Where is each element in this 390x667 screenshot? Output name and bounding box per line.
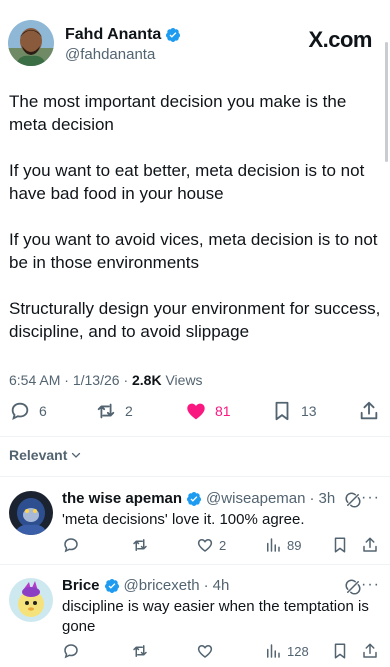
share-icon: [363, 537, 377, 552]
like-count: 81: [215, 403, 231, 419]
tweet-meta: 6:54 AM · 1/13/26 · 2.8K Views: [9, 372, 203, 388]
bookmark-icon: [275, 401, 289, 421]
views-label: Views: [165, 372, 203, 388]
views-button[interactable]: 89: [264, 536, 301, 554]
avatar[interactable]: [8, 20, 54, 66]
author-name-row[interactable]: Fahd Ananta: [65, 26, 181, 44]
reply-time[interactable]: 4h: [213, 577, 230, 594]
bookmark-icon: [334, 643, 346, 659]
reply-icon: [11, 402, 29, 421]
reply-item[interactable]: Brice @bricexeth · 4h ··· discipline is …: [0, 565, 390, 667]
author-handle[interactable]: @fahdananta: [65, 46, 155, 63]
more-icon[interactable]: ···: [361, 489, 380, 507]
share-button[interactable]: [361, 536, 379, 554]
reply-header: Brice @bricexeth · 4h: [62, 577, 229, 594]
bookmark-button[interactable]: 13: [271, 400, 317, 422]
repost-icon: [97, 403, 115, 419]
replies-filter-label: Relevant: [9, 447, 68, 463]
meta-separator: ·: [123, 372, 129, 388]
reply-button[interactable]: 6: [9, 400, 47, 422]
reply-text: discipline is way easier when the tempta…: [62, 598, 369, 635]
views-count: 2.8K: [132, 372, 162, 388]
heart-icon: [197, 538, 213, 552]
views-count: 89: [287, 537, 302, 553]
tweet-date[interactable]: 1/13/26: [73, 372, 120, 388]
meta-separator: ·: [64, 372, 69, 388]
repost-button[interactable]: [131, 536, 149, 554]
site-label: X.com: [308, 27, 372, 52]
verified-icon: [166, 28, 181, 42]
like-button[interactable]: [196, 642, 219, 660]
replies-filter[interactable]: Relevant: [9, 447, 82, 463]
repost-button[interactable]: [131, 642, 149, 660]
reply-button[interactable]: [62, 642, 80, 660]
verified-icon: [187, 491, 202, 506]
views-button[interactable]: 128: [264, 642, 309, 660]
tweet-time[interactable]: 6:54 AM: [9, 372, 60, 388]
repost-icon: [133, 539, 147, 551]
reply-icon: [64, 644, 78, 659]
share-button[interactable]: [358, 400, 380, 422]
grok-icon[interactable]: [344, 491, 362, 509]
more-icon[interactable]: ···: [361, 576, 380, 594]
reply-author-name[interactable]: the wise apeman: [62, 490, 182, 507]
repost-button[interactable]: 2: [95, 400, 133, 422]
share-button[interactable]: [361, 642, 379, 660]
like-count: 2: [219, 537, 227, 553]
reply-count: 6: [39, 403, 47, 419]
reply-time[interactable]: 3h: [319, 490, 336, 507]
bookmark-button[interactable]: [331, 536, 349, 554]
views-count: 128: [287, 643, 309, 659]
avatar[interactable]: [9, 578, 53, 622]
tweet-header: Fahd Ananta @fahdananta X.com: [8, 20, 386, 72]
reply-author-name[interactable]: Brice: [62, 577, 100, 594]
bookmark-icon: [334, 537, 346, 553]
bookmark-button[interactable]: [331, 642, 349, 660]
repost-count: 2: [125, 403, 133, 419]
reply-author-handle[interactable]: @bricexeth: [124, 577, 200, 594]
share-icon: [363, 643, 377, 658]
reply-icon: [64, 538, 78, 553]
divider: [0, 436, 390, 437]
reply-header: the wise apeman @wiseapeman · 3h: [62, 490, 335, 507]
views-icon: [267, 644, 280, 658]
chevron-down-icon: [72, 452, 81, 458]
tweet-paragraph: The most important decision you make is …: [9, 92, 347, 134]
tweet-paragraph: If you want to eat better, meta decision…: [9, 161, 365, 203]
grok-icon[interactable]: [344, 578, 362, 596]
reply-actions: 2 89: [0, 536, 390, 558]
reply-text: 'meta decisions' love it. 100% agree.: [62, 511, 305, 528]
tweet-paragraph: Structurally design your environment for…: [9, 299, 381, 341]
share-icon: [360, 401, 378, 420]
heart-icon: [187, 403, 205, 420]
tweet-paragraph: If you want to avoid vices, meta decisio…: [9, 230, 378, 272]
reply-item[interactable]: the wise apeman @wiseapeman · 3h ··· 'me…: [0, 477, 390, 562]
meta-separator: ·: [203, 577, 209, 594]
avatar[interactable]: [9, 491, 53, 535]
heart-icon: [197, 644, 213, 658]
like-button[interactable]: 81: [185, 400, 231, 422]
tweet-text: The most important decision you make is …: [9, 90, 381, 343]
meta-separator: ·: [309, 490, 315, 507]
author-name[interactable]: Fahd Ananta: [65, 26, 161, 44]
tweet-actions: 6 2 81 13: [0, 400, 390, 430]
reply-actions: 128: [0, 642, 390, 664]
verified-icon: [104, 578, 119, 593]
like-button[interactable]: 2: [196, 536, 226, 554]
reply-button[interactable]: [62, 536, 80, 554]
repost-icon: [133, 645, 147, 657]
bookmark-count: 13: [301, 403, 317, 419]
views-icon: [267, 538, 280, 552]
reply-author-handle[interactable]: @wiseapeman: [206, 490, 305, 507]
